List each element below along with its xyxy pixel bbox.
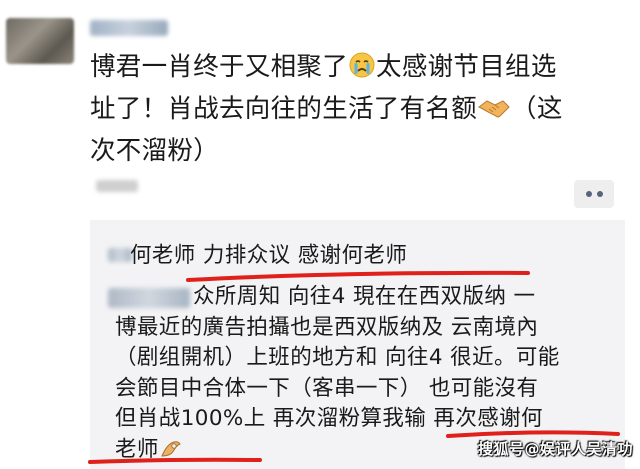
avatar[interactable] <box>6 18 74 64</box>
comment-2-line: 但肖战100%上 再次溜粉算我输 再次感谢何 <box>115 406 543 431</box>
dot-icon <box>585 191 592 197</box>
comment-2-line: 会節目中合体一下（客串一下） 也可能沒有 <box>115 375 539 401</box>
crying-face-icon <box>348 51 376 90</box>
watermark: 搜狐号@娱评人吴清功 <box>478 440 634 458</box>
more-options-button[interactable] <box>574 180 614 208</box>
post-line-1: 博君一肖终于又相聚了 <box>90 52 349 82</box>
ok-hand-icon <box>159 436 183 469</box>
post-line-2b: （这 <box>511 94 563 124</box>
timestamp-blurred <box>96 180 138 192</box>
handshake-icon <box>477 94 511 132</box>
post-line-1b: 太感谢节目组选 <box>376 52 557 82</box>
dot-icon <box>596 191 603 197</box>
username-blurred[interactable] <box>90 20 168 36</box>
post-line-2: 址了！肖战去向往的生活了有名额 <box>90 94 478 124</box>
comment-2-line: （剧组開机）上班的地方和 向往4 很近。可能 <box>115 345 560 370</box>
post-text: 博君一肖终于又相聚了 太感谢节目组选 址了！肖战去向往的生活了有名额 （这 次不溜粉… <box>90 48 620 170</box>
post-line-3: 次不溜粉） <box>90 136 220 166</box>
comment-user-blurred[interactable] <box>108 248 132 262</box>
comment-2-line: 老师 <box>115 436 159 462</box>
comment-1-text: 何老师 力排众议 感谢何老师 <box>130 243 408 268</box>
comment-2-line: 博最近的廣告拍攝也是西双版纳及 云南境內 <box>115 314 539 340</box>
comment-2-line: 众所周知 向往4 現在在西双版纳 一 <box>193 284 536 309</box>
